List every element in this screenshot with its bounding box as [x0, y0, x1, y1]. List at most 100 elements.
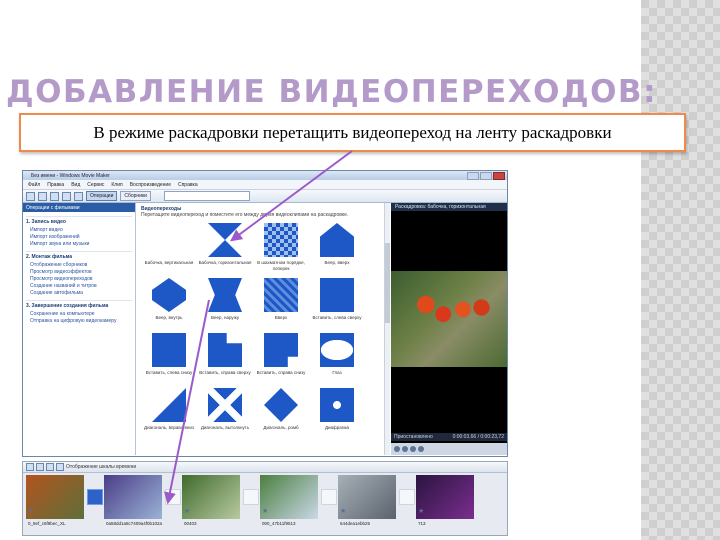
transition-tile[interactable]: Вставить, слева сверху [310, 278, 364, 333]
task-link[interactable]: Просмотр видеопереходов [30, 276, 128, 282]
transition-label: Глаз [332, 370, 342, 375]
effect-star-icon[interactable]: ★ [106, 508, 113, 515]
show-timeline-button[interactable]: Отображение шкалы времени [66, 464, 136, 470]
undo-icon[interactable] [62, 191, 71, 201]
insert-top-left-icon[interactable] [320, 278, 354, 312]
effect-star-icon[interactable]: ★ [28, 508, 35, 515]
storyboard-clip[interactable]: 00403 [182, 475, 240, 528]
effect-star-icon[interactable]: ★ [184, 508, 191, 515]
diamond-icon[interactable] [264, 388, 298, 422]
transition-label: Диафрагма [324, 425, 349, 430]
task-link[interactable]: Импорт звука или музыки [30, 241, 128, 247]
transition-tile[interactable]: Вставить, справа снизу [254, 333, 308, 388]
open-project-icon[interactable] [38, 191, 47, 201]
fan-out-icon[interactable] [208, 278, 242, 312]
transition-tile[interactable]: Глаз [310, 333, 364, 388]
menu-play[interactable]: Воспроизведение [130, 182, 171, 188]
iris-icon[interactable] [320, 388, 354, 422]
transition-tile[interactable]: Вверх [254, 278, 308, 333]
transition-label: Веер, наружу [210, 315, 240, 320]
forward-icon[interactable] [418, 446, 424, 452]
butterfly-vertical-icon[interactable] [152, 223, 186, 257]
collections-button[interactable]: Сборники [120, 191, 151, 201]
effect-star-icon[interactable]: ★ [418, 508, 425, 515]
minimize-button[interactable] [467, 172, 479, 180]
save-project-icon[interactable] [50, 191, 59, 201]
task-link[interactable]: Импорт видео [30, 227, 128, 233]
up-icon[interactable] [264, 278, 298, 312]
new-project-icon[interactable] [26, 191, 35, 201]
record-narration-icon[interactable] [26, 463, 34, 471]
task-link[interactable]: Отображение сборников [30, 262, 128, 268]
transition-tile[interactable]: Диафрагма [310, 388, 364, 443]
task-link[interactable]: Сохранение на компьютере [30, 311, 128, 317]
menu-clip[interactable]: Клип [111, 182, 122, 188]
insert-bottom-left-icon[interactable] [152, 333, 186, 367]
transition-tile[interactable]: Диагональ, вытолкнуть [198, 388, 252, 443]
collections-dropdown[interactable] [163, 191, 250, 201]
transition-label: Вставить, справа сверху [199, 370, 251, 375]
transition-tile[interactable]: Веер, наружу [198, 278, 252, 333]
storyboard-clip[interactable]: 0a58dd1a8c7409a4f0b102a [104, 475, 162, 528]
transition-slot[interactable] [243, 489, 259, 505]
zoom-in-icon[interactable] [36, 463, 44, 471]
transition-slot[interactable] [165, 489, 181, 505]
zoom-out-icon[interactable] [46, 463, 54, 471]
transition-slot[interactable] [321, 489, 337, 505]
stop-icon[interactable] [402, 446, 408, 452]
tasks-button[interactable]: Операции [86, 191, 118, 201]
transition-tile[interactable]: Диагональ, ромб [254, 388, 308, 443]
menu-help[interactable]: Справка [178, 182, 198, 188]
task-link[interactable]: Создание автофильма [30, 290, 128, 296]
transition-tile[interactable]: Веер, вверх [310, 223, 364, 278]
task-link[interactable]: Просмотр видеоэффектов [30, 269, 128, 275]
transition-tile[interactable]: Веер, внутрь [142, 278, 196, 333]
play-storyboard-icon[interactable] [56, 463, 64, 471]
task-link[interactable]: Импорт изображений [30, 234, 128, 240]
menu-view[interactable]: Вид [71, 182, 80, 188]
rewind-icon[interactable] [410, 446, 416, 452]
close-button[interactable] [493, 172, 505, 180]
menu-tools[interactable]: Сервис [87, 182, 104, 188]
butterfly-horizontal-icon[interactable] [208, 223, 242, 257]
tasks-panel: Операции с фильмами 1. Запись видео Импо… [23, 203, 136, 455]
transition-tile[interactable]: В шахматном порядке, поперек [254, 223, 308, 278]
menu-edit[interactable]: Правка [47, 182, 64, 188]
diagonal-push-icon[interactable] [208, 388, 242, 422]
task-link[interactable]: Отправка на цифровую видеокамеру [30, 318, 128, 324]
insert-top-right-icon[interactable] [208, 333, 242, 367]
main-toolbar: Операции Сборники [23, 190, 507, 203]
preview-status: Приостановлено [394, 434, 433, 440]
preview-time: 0:00:03,66 / 0:00:23,72 [452, 434, 504, 440]
insert-bottom-right-icon[interactable] [264, 333, 298, 367]
task-section-capture[interactable]: 1. Запись видео [26, 216, 132, 225]
diagonal-down-icon[interactable] [152, 388, 186, 422]
storyboard-clip[interactable]: 0_8ef_c6f9bec_XL [26, 475, 84, 528]
scrollbar-thumb[interactable] [385, 243, 390, 323]
eye-icon[interactable] [320, 333, 354, 367]
fan-in-icon[interactable] [152, 278, 186, 312]
transition-tile[interactable]: Диагональ, вправо вниз [142, 388, 196, 443]
storyboard-clip[interactable]: 000_47b11f9513 [260, 475, 318, 528]
inserted-transition-slot[interactable] [87, 489, 103, 505]
task-section-edit[interactable]: 2. Монтаж фильма [26, 251, 132, 260]
task-link[interactable]: Создание названий и титров [30, 283, 128, 289]
effect-star-icon[interactable]: ★ [262, 508, 269, 515]
effect-star-icon[interactable]: ★ [340, 508, 347, 515]
menu-file[interactable]: Файл [28, 182, 40, 188]
checkerboard-icon[interactable] [264, 223, 298, 257]
transition-tile[interactable]: Бабочка, вертикальная [142, 223, 196, 278]
transition-tile[interactable]: Вставить, справа сверху [198, 333, 252, 388]
redo-icon[interactable] [74, 191, 83, 201]
fan-up-icon[interactable] [320, 223, 354, 257]
transition-tile[interactable]: Вставить, слева снизу [142, 333, 196, 388]
instruction-callout: В режиме раскадровки перетащить видеопер… [19, 113, 686, 152]
transition-slot[interactable] [399, 489, 415, 505]
task-section-finish[interactable]: 3. Завершение создания фильма [26, 300, 132, 309]
storyboard-clip[interactable]: 644dea1ebb25 [338, 475, 396, 528]
transition-tile[interactable]: Бабочка, горизонтальная [198, 223, 252, 278]
play-icon[interactable] [394, 446, 400, 452]
maximize-button[interactable] [480, 172, 492, 180]
transitions-scrollbar[interactable] [384, 203, 390, 455]
storyboard-clip[interactable]: 713 [416, 475, 474, 528]
